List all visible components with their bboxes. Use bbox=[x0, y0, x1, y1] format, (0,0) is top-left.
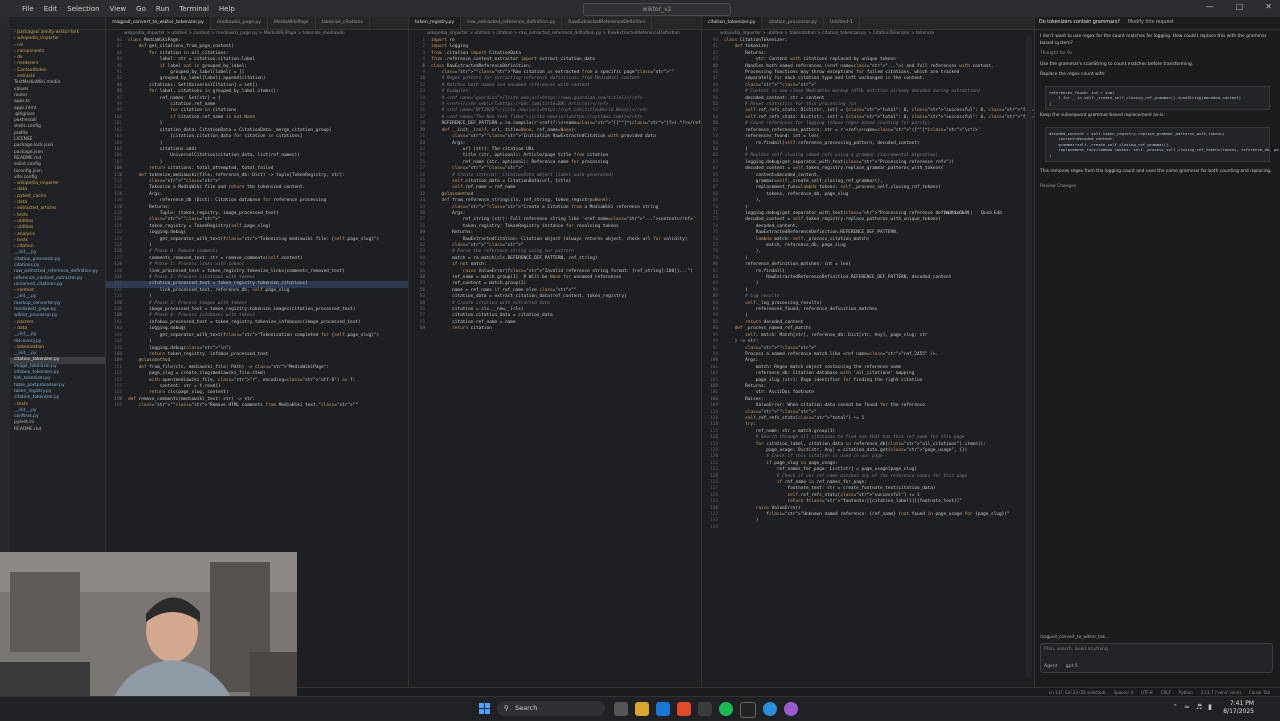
taskbar-search-label: Search bbox=[515, 704, 538, 712]
editor-tab[interactable]: Untitled-1 bbox=[824, 17, 860, 29]
editor-tabs: token_registry.py raw_extracted_reference… bbox=[409, 17, 701, 30]
menu-item-help[interactable]: Help bbox=[219, 5, 235, 13]
editor-tabs: magpoll_convert_to_wiktor_tokenizer.py me… bbox=[106, 17, 408, 30]
clock-date: 8/17/2025 bbox=[1223, 708, 1254, 715]
menu-item-selection[interactable]: Selection bbox=[67, 5, 99, 13]
system-clock[interactable]: 7:41 PM 8/17/2025 bbox=[1223, 700, 1254, 716]
editor-tabs: citation_tokenizer.py citation_processor.… bbox=[702, 17, 1034, 30]
assistant-step-2: Keep the subsequent grammar-based replac… bbox=[1040, 113, 1165, 118]
github-icon[interactable] bbox=[698, 702, 712, 716]
menu-item-terminal[interactable]: Terminal bbox=[179, 5, 209, 13]
chat-tab[interactable]: Modify this request bbox=[1128, 17, 1174, 29]
maximize-icon[interactable]: □ bbox=[1236, 2, 1244, 11]
editor-pane-citation-tokenizer[interactable]: citation_tokenizer.py citation_processor.… bbox=[702, 17, 1035, 687]
breadcrumb: wikipedia_importer > utilities > citatio… bbox=[427, 31, 680, 36]
explorer-toolbar bbox=[10, 17, 105, 30]
task-view-icon[interactable] bbox=[614, 702, 628, 716]
wifi-icon[interactable]: ≈ bbox=[1184, 703, 1190, 711]
editor-tab[interactable]: magpoll_convert_to_wiktor_tokenizer.py bbox=[106, 17, 211, 29]
battery-icon[interactable]: ▮ bbox=[1208, 703, 1212, 711]
code-line[interactable]: 133 ) bbox=[702, 518, 1034, 524]
code-suggestion-2[interactable]: decoded_content = self.token_registry.re… bbox=[1045, 126, 1279, 162]
start-button[interactable] bbox=[479, 703, 490, 714]
context-file-chip[interactable]: magpoll_convert_to_wiktor_tok... bbox=[1040, 634, 1109, 641]
webcam-overlay bbox=[0, 552, 297, 720]
file-explorer-icon[interactable] bbox=[635, 702, 649, 716]
window-controls: — □ ✕ bbox=[1206, 2, 1272, 11]
title-bar: File Edit Selection View Go Run Terminal Help w… bbox=[0, 0, 1280, 17]
command-search-input[interactable]: wiktor_v2 bbox=[583, 3, 731, 16]
menu-item-run[interactable]: Run bbox=[156, 5, 169, 13]
agent-mode-select[interactable]: Agent bbox=[1044, 664, 1058, 671]
telegram-icon[interactable] bbox=[763, 702, 777, 716]
webcam-image bbox=[0, 552, 297, 720]
breadcrumb: wikipedia_importer > utilities > tokeniz… bbox=[720, 31, 935, 36]
menu-item-go[interactable]: Go bbox=[136, 5, 146, 13]
code-suggestion-1[interactable]: references_found: int = sum( 1 for _ in … bbox=[1045, 85, 1270, 110]
chat-input-placeholder: Plan, search, build anything bbox=[1044, 647, 1108, 652]
system-tray: ⌃ ≈ ♬ ▮ bbox=[1172, 703, 1212, 711]
user-message: I don't want to use regex for the count … bbox=[1040, 34, 1267, 46]
chat-input[interactable]: Plan, search, build anything Agent gpt-5 bbox=[1040, 643, 1273, 673]
brave-browser-icon[interactable] bbox=[677, 702, 691, 716]
editor-tab[interactable]: citation_tokenizer.py bbox=[702, 17, 763, 29]
editor-pane-raw-extracted-reference[interactable]: token_registry.py raw_extracted_reference… bbox=[409, 17, 702, 687]
editor-tab[interactable]: RawExtractedReferenceDefinition bbox=[562, 17, 653, 29]
menu-item-view[interactable]: View bbox=[110, 5, 127, 13]
code-view[interactable]: 40 class CitationTokenizer: 41 def tokeniz… bbox=[702, 38, 1034, 530]
editor-tab[interactable]: tokenize_citations bbox=[316, 17, 370, 29]
taskbar: ⚲ Search ⌃ ≈ ♬ ▮ 7:41 PM 8/17/2025 bbox=[0, 696, 1280, 721]
ai-chat-panel: Do tokenizers contain grammars? Modify t… bbox=[1035, 17, 1280, 687]
close-icon[interactable]: ✕ bbox=[1265, 2, 1272, 11]
line-number: 134 bbox=[710, 524, 718, 530]
breadcrumb: wikipedia_importer > utilities > content… bbox=[124, 31, 345, 36]
clock-time: 7:41 PM bbox=[1229, 700, 1254, 707]
cursor-editor-icon[interactable] bbox=[740, 702, 756, 718]
menu-bar: File Edit Selection View Go Run Terminal Help bbox=[22, 5, 235, 13]
assistant-step-1: Replace the regex count with: bbox=[1040, 72, 1106, 77]
explorer-tree: › packages/ zenity-wiktor-fork › wikipedi… bbox=[10, 30, 105, 433]
minimize-icon[interactable]: — bbox=[1206, 2, 1214, 11]
line-number: 159 bbox=[114, 403, 122, 409]
menu-item-file[interactable]: File bbox=[22, 5, 34, 13]
search-icon: ⚲ bbox=[504, 704, 509, 712]
quick-edit-button[interactable]: Quick Edit bbox=[981, 210, 1002, 215]
minimap[interactable] bbox=[1026, 37, 1032, 677]
windows-logo-icon bbox=[479, 703, 484, 708]
explorer-item[interactable]: raw_extracted_reference_definition.py bbox=[10, 269, 105, 275]
chevron-up-icon[interactable]: ⌃ bbox=[1172, 703, 1178, 711]
assistant-summary: This removes regex from the logging coun… bbox=[1040, 169, 1272, 174]
editor-tab[interactable]: MediaWikiPage bbox=[268, 17, 316, 29]
spotify-icon[interactable] bbox=[719, 702, 733, 716]
volume-icon[interactable]: ♬ bbox=[1196, 703, 1202, 711]
chat-tabs: Do tokenizers contain grammars? Modify t… bbox=[1035, 17, 1280, 30]
editor-tab[interactable]: citation_processor.py bbox=[762, 17, 824, 29]
assistant-intro: Use the grammar's scanString to count ma… bbox=[1040, 61, 1194, 67]
code-line[interactable]: 159 class="str">""class="str">"Remove HT… bbox=[106, 403, 408, 409]
line-number: 60 bbox=[419, 326, 425, 332]
explorer-item[interactable]: README.md bbox=[10, 427, 105, 433]
chat-tab-active[interactable]: Do tokenizers contain grammars? bbox=[1039, 17, 1120, 29]
code-line[interactable]: 60 return citation bbox=[409, 326, 701, 332]
taskbar-apps bbox=[614, 702, 798, 718]
code-view[interactable]: 86 class MediaWikiPage: 87 def get_citatio… bbox=[106, 38, 408, 410]
thought-indicator[interactable]: Thought for 9s bbox=[1035, 51, 1280, 62]
outlook-icon[interactable] bbox=[656, 702, 670, 716]
context-menu-hint[interactable]: Add to Chat Quick Edit bbox=[944, 210, 1002, 215]
taskbar-search[interactable]: ⚲ Search bbox=[497, 701, 605, 716]
code-view[interactable]: 1 import re 2 import logging 3 from .citation… bbox=[409, 38, 701, 333]
editor-tab[interactable]: mediawiki_page.py bbox=[211, 17, 269, 29]
model-select[interactable]: gpt-5 bbox=[1066, 664, 1078, 671]
add-to-chat-button[interactable]: Add to Chat bbox=[944, 210, 969, 215]
review-changes-button[interactable]: Review Changes bbox=[1035, 180, 1280, 195]
app-icon[interactable] bbox=[784, 702, 798, 716]
menu-item-edit[interactable]: Edit bbox=[44, 5, 58, 13]
editor-tab[interactable]: raw_extracted_reference_definition.py bbox=[461, 17, 563, 29]
editor-tab[interactable]: token_registry.py bbox=[409, 17, 462, 29]
